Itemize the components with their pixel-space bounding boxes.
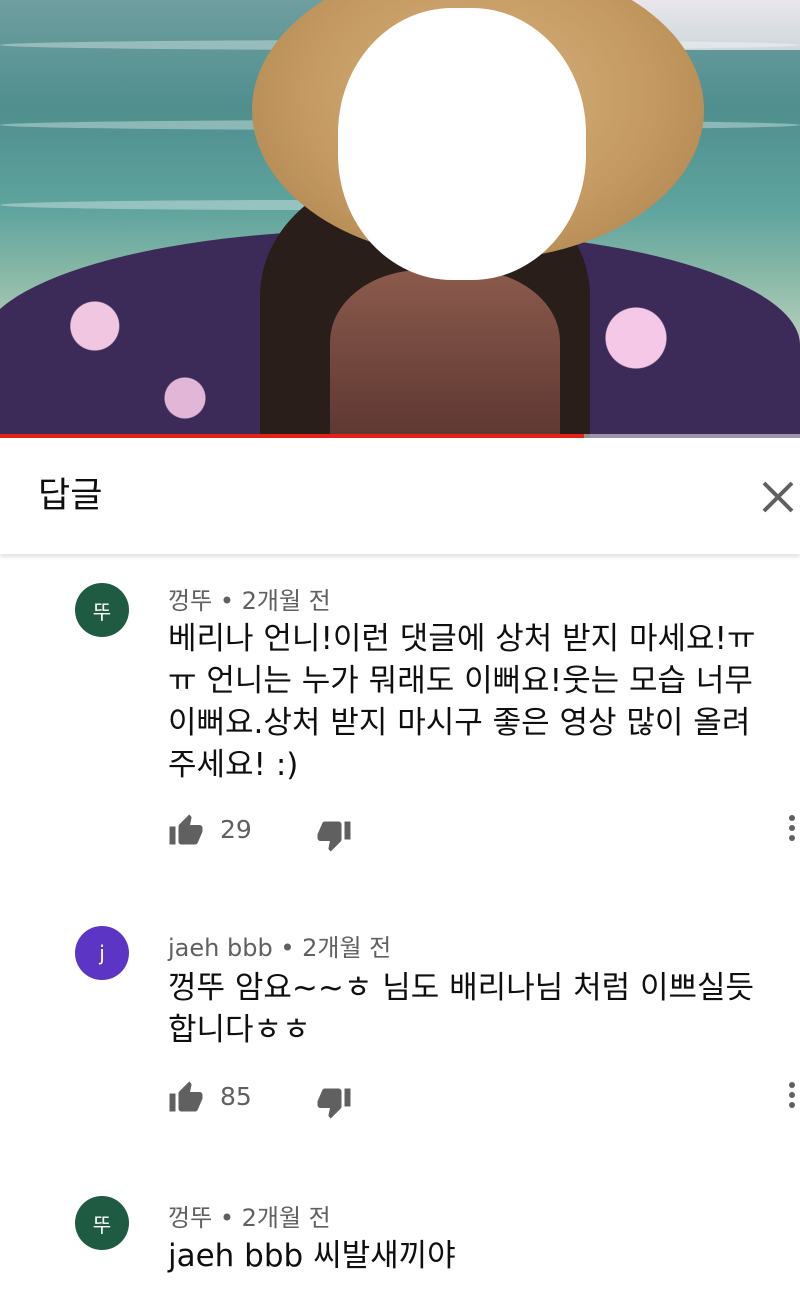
comment-text: 껑뚜 암요~~ㅎ 님도 배리나님 처럼 이쁘실듯 합니다ㅎㅎ: [168, 970, 755, 1048]
meta-separator: •: [219, 1204, 242, 1232]
avatar[interactable]: j: [75, 926, 129, 980]
comment-text: 베리나 언니!이런 댓글에 상처 받지 마세요!ㅠㅠ 언니는 누가 뭐래도 이뻐…: [168, 621, 756, 783]
thumbs-down-icon[interactable]: [316, 1084, 352, 1120]
replies-title: 답글: [38, 476, 103, 516]
thumbs-up-icon[interactable]: [168, 1080, 204, 1116]
more-options-icon[interactable]: [782, 811, 800, 851]
comment-author[interactable]: jaeh bbb: [168, 934, 273, 962]
close-icon[interactable]: [755, 474, 800, 520]
neck-area: [330, 270, 560, 438]
comment-time: 2개월 전: [302, 934, 392, 962]
thumbs-up-icon[interactable]: [168, 813, 204, 849]
avatar[interactable]: 뚜: [75, 583, 129, 637]
comment-meta: 껑뚜 • 2개월 전: [168, 1198, 331, 1233]
thumbs-down-icon[interactable]: [316, 817, 352, 853]
more-options-icon[interactable]: [782, 1078, 800, 1118]
avatar[interactable]: 뚜: [75, 1196, 129, 1250]
comment-meta: 껑뚜 • 2개월 전: [168, 581, 331, 616]
comment-author[interactable]: 껑뚜: [168, 587, 212, 615]
comment-time: 2개월 전: [241, 1204, 331, 1232]
replies-header: 답글: [0, 438, 800, 554]
meta-separator: •: [280, 934, 303, 962]
meta-separator: •: [219, 587, 242, 615]
comment-time: 2개월 전: [241, 587, 331, 615]
face-censor-blur: [338, 8, 586, 280]
comment-meta: jaeh bbb • 2개월 전: [168, 928, 391, 963]
like-count: 29: [220, 815, 252, 844]
video-player[interactable]: [0, 0, 800, 438]
comment-author[interactable]: 껑뚜: [168, 1204, 212, 1232]
comment-text: jaeh bbb 씨발새끼야: [168, 1238, 456, 1274]
like-count: 85: [220, 1082, 252, 1111]
